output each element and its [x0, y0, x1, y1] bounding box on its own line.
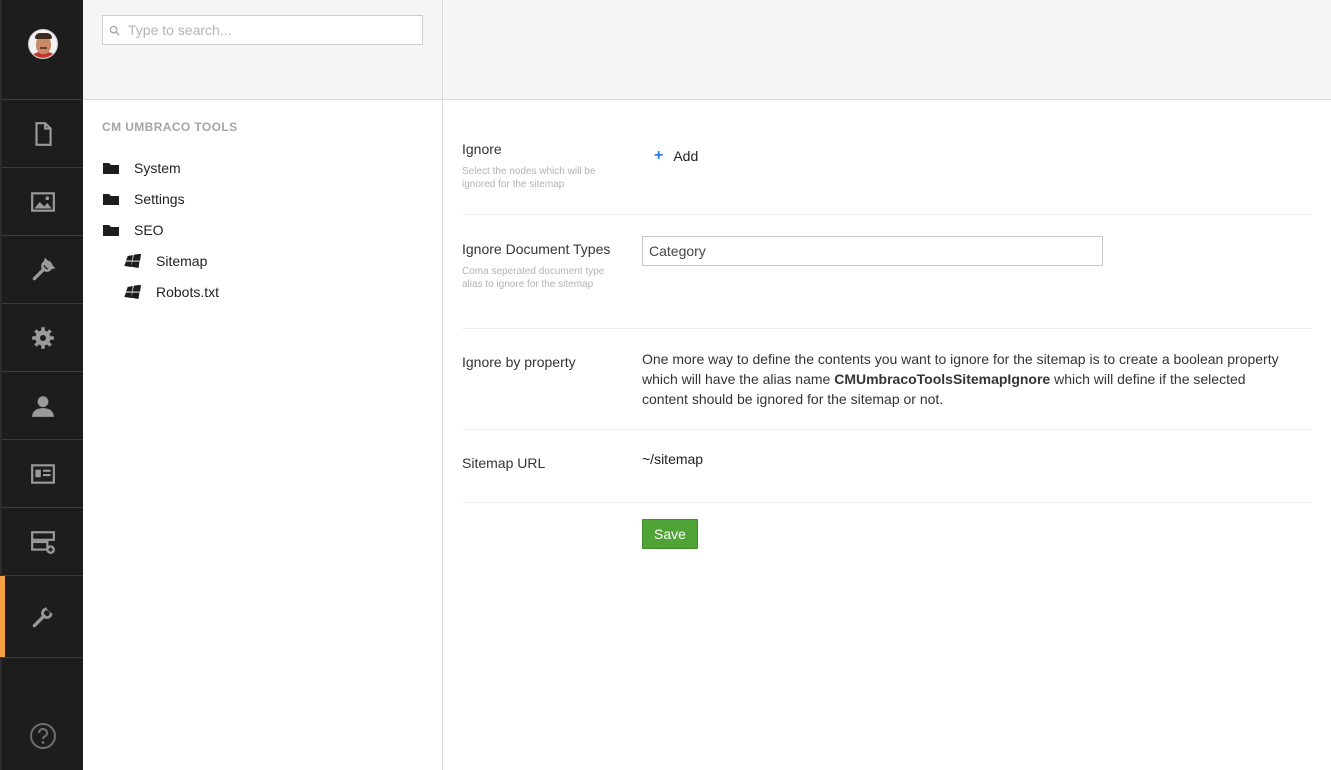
divider [462, 502, 1312, 503]
ignore-label: Ignore [462, 141, 502, 157]
windows-icon [123, 253, 142, 268]
plus-icon: + [654, 147, 664, 164]
windows-icon [123, 284, 142, 299]
member-card-icon [30, 463, 55, 484]
sitemap-url-label: Sitemap URL [462, 455, 546, 471]
section-media[interactable] [2, 168, 83, 236]
ignore-doc-types-description: Coma seperated document type alias to ig… [462, 266, 605, 290]
avatar[interactable] [27, 28, 58, 59]
media-icon [30, 191, 55, 212]
tree-item-robots[interactable]: Robots.txt [123, 284, 219, 300]
tree-item-label: Sitemap [156, 253, 208, 269]
section-forms[interactable] [2, 508, 83, 576]
document-icon [34, 121, 52, 146]
ignore-by-property-text: One more way to define the contents you … [642, 351, 1279, 407]
ignore-doc-types-input[interactable] [642, 236, 1103, 266]
tree-item-label: Robots.txt [156, 284, 220, 300]
folder-icon [102, 223, 120, 237]
tree-item-label: SEO [134, 222, 164, 238]
wrench-icon [32, 257, 55, 280]
user-icon [31, 395, 54, 417]
section-settings[interactable] [2, 236, 83, 304]
property-alias: CMUmbracoToolsSitemapIgnore [834, 371, 1051, 387]
section-users[interactable] [2, 372, 83, 440]
section-members[interactable] [2, 440, 83, 508]
avatar-section [2, 0, 83, 100]
section-tools[interactable] [0, 576, 83, 658]
save-button[interactable]: Save [642, 519, 698, 549]
help-button[interactable] [2, 722, 83, 750]
search-box[interactable] [102, 15, 423, 45]
search-icon [109, 25, 120, 36]
sitemap-url-value: ~/sitemap [642, 451, 704, 467]
tree-item-seo[interactable]: SEO [102, 222, 164, 238]
tree-header [83, 0, 442, 100]
divider [462, 214, 1312, 215]
editor-header [443, 0, 1331, 100]
tools-icon [32, 605, 54, 627]
ignore-description: Select the nodes which will be ignored f… [462, 166, 596, 190]
tree-item-settings[interactable]: Settings [102, 191, 185, 207]
gear-icon [31, 326, 54, 349]
tree-title: CM UMBRACO TOOLS [102, 120, 238, 134]
form-add-icon [30, 530, 55, 554]
divider [462, 328, 1312, 329]
tree-item-system[interactable]: System [102, 160, 181, 176]
folder-icon [102, 192, 120, 206]
tree-item-label: Settings [134, 191, 185, 207]
tree-item-label: System [134, 160, 181, 176]
divider [462, 429, 1312, 430]
ignore-doc-types-label: Ignore Document Types [462, 241, 611, 257]
folder-icon [102, 161, 120, 175]
add-label: Add [673, 148, 699, 164]
add-node-button[interactable]: + Add [654, 147, 699, 165]
tree-item-sitemap[interactable]: Sitemap [123, 253, 207, 269]
ignore-by-property-label: Ignore by property [462, 354, 576, 370]
section-content[interactable] [2, 100, 83, 168]
search-input[interactable] [128, 22, 422, 38]
app-sidebar [0, 0, 83, 770]
tree-panel: CM UMBRACO TOOLS System Settings SEO Sit… [83, 0, 443, 770]
section-developer[interactable] [2, 304, 83, 372]
question-icon [29, 723, 56, 749]
